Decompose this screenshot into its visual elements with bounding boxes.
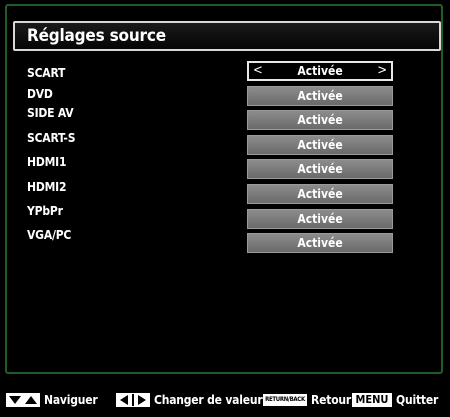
help-bar: Naviguer Changer de valeur RETURN/BACK R… [0, 385, 450, 415]
up-down-arrows-svg [9, 396, 37, 404]
source-value-side-av[interactable]: Activée [247, 110, 393, 130]
left-right-arrows-svg [120, 394, 146, 406]
source-label-scart: SCART [27, 66, 66, 80]
source-value-scart-s[interactable]: Activée [247, 135, 393, 155]
help-navigate: Naviguer [6, 392, 98, 408]
help-quit: MENU Quitter [352, 392, 438, 408]
source-label-ypbpr: YPbPr [27, 204, 63, 218]
source-label-hdmi1: HDMI1 [27, 155, 67, 169]
page-title: Réglages source [27, 26, 166, 46]
help-change-value: Changer de valeur [116, 392, 263, 408]
source-label-dvd: DVD [27, 87, 53, 101]
help-back: RETURN/BACK Retour [263, 392, 351, 408]
source-label-side-av: SIDE AV [27, 106, 74, 120]
chevron-right-icon[interactable]: > [377, 63, 387, 79]
help-quit-label: Quitter [396, 393, 439, 407]
return-back-key-icon: RETURN/BACK [263, 394, 307, 406]
title-bar: Réglages source [13, 21, 441, 51]
source-value-dvd[interactable]: Activée [247, 86, 393, 106]
help-change-value-label: Changer de valeur [154, 393, 263, 407]
source-label-hdmi2: HDMI2 [27, 180, 67, 194]
help-navigate-label: Naviguer [44, 393, 98, 407]
source-label-vga-pc: VGA/PC [27, 228, 72, 242]
left-right-arrows-icon [116, 393, 150, 407]
menu-key-icon: MENU [352, 393, 392, 407]
source-value-hdmi2[interactable]: Activée [247, 184, 393, 204]
chevron-left-icon[interactable]: < [253, 63, 263, 79]
source-value-vga-pc[interactable]: Activée [247, 233, 393, 253]
help-back-label: Retour [311, 393, 352, 407]
source-value-hdmi1[interactable]: Activée [247, 159, 393, 179]
source-value-scart[interactable]: < Activée > [247, 61, 393, 81]
value-text: Activée [297, 64, 343, 78]
up-down-arrows-icon [6, 393, 40, 407]
source-value-ypbpr[interactable]: Activée [247, 209, 393, 229]
source-label-scart-s: SCART-S [27, 131, 76, 145]
